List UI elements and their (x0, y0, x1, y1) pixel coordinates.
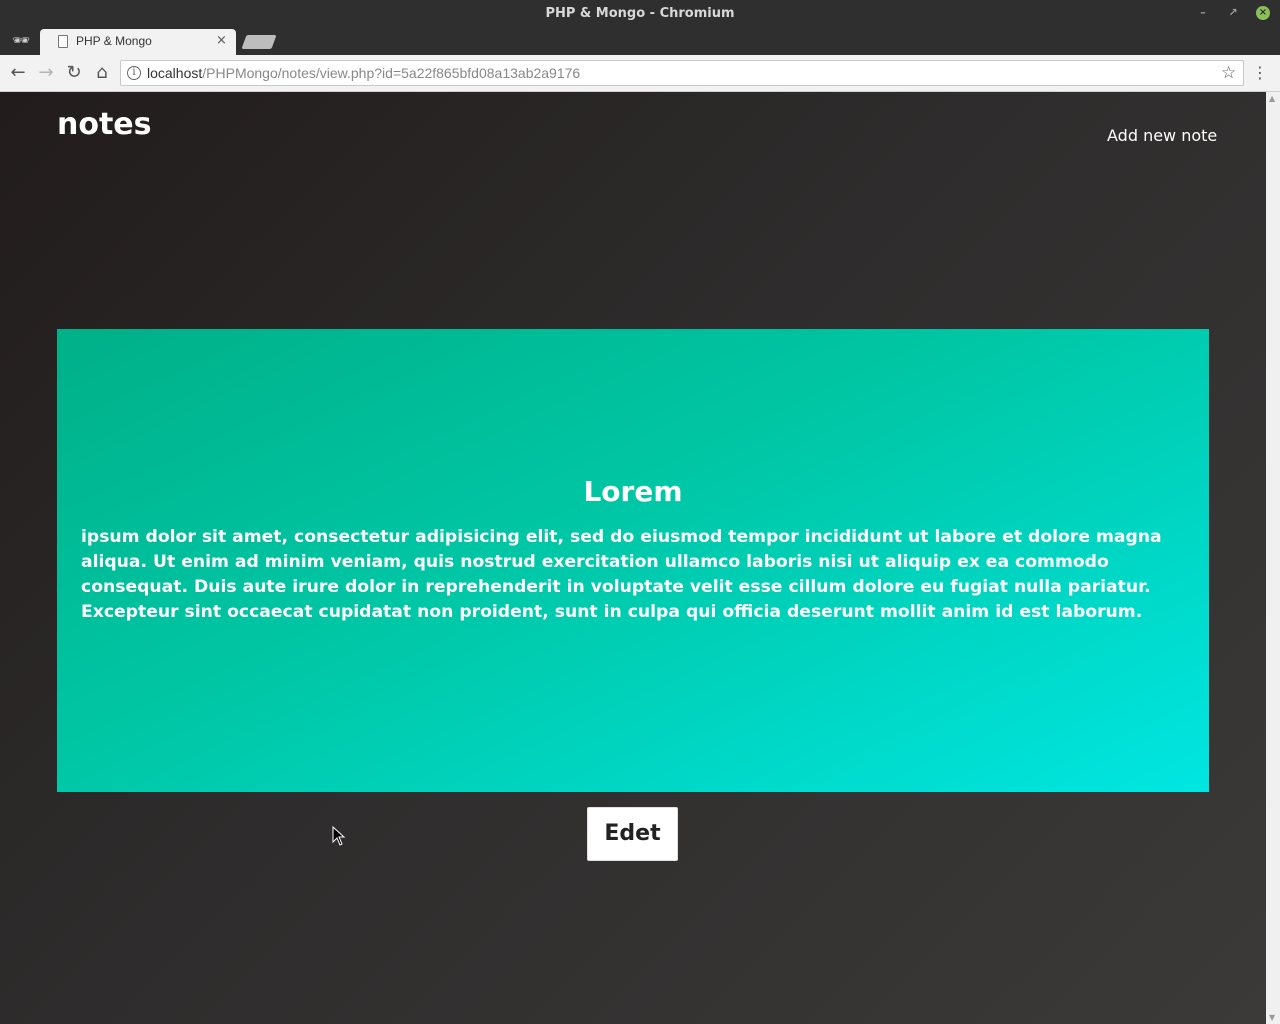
forward-arrow-icon[interactable]: → (35, 62, 57, 84)
kebab-menu-icon[interactable]: ⋮ (1252, 62, 1268, 84)
note-body: ipsum dolor sit amet, consectetur adipis… (81, 527, 1162, 622)
scroll-up-arrow-icon[interactable]: ▲ (1269, 94, 1275, 103)
browser-toolbar: ← → ↻ ⌂ i localhost/PHPMongo/notes/view.… (0, 55, 1280, 92)
mouse-cursor-icon (332, 826, 346, 846)
site-title[interactable]: notes (57, 107, 152, 142)
window-titlebar: PHP & Mongo - Chromium – ↗ × (0, 0, 1280, 27)
edit-button[interactable]: Edet (587, 807, 678, 861)
address-bar[interactable]: i localhost/PHPMongo/notes/view.php?id=5… (120, 60, 1244, 86)
window-title: PHP & Mongo - Chromium (545, 6, 735, 21)
back-arrow-icon[interactable]: ← (7, 62, 29, 84)
vertical-scrollbar[interactable]: ▲ ▼ (1266, 92, 1280, 1024)
tab-title: PHP & Mongo (76, 34, 152, 48)
scroll-down-arrow-icon[interactable]: ▼ (1269, 1013, 1275, 1022)
note-card: Lorem ipsum dolor sit amet, consectetur … (57, 329, 1209, 792)
incognito-icon: 🕶 (12, 33, 30, 49)
new-tab-button[interactable] (241, 35, 277, 49)
bookmark-star-icon[interactable]: ☆ (1221, 63, 1236, 83)
url-path: /PHPMongo/notes/view.php?id=5a22f865bfd0… (202, 65, 581, 81)
maximize-icon[interactable]: ↗ (1226, 6, 1240, 20)
url-host: localhost (147, 65, 203, 81)
home-icon[interactable]: ⌂ (91, 62, 113, 84)
document-icon (58, 35, 68, 48)
add-new-note-link[interactable]: Add new note (1107, 126, 1217, 145)
close-window-icon[interactable]: × (1256, 6, 1270, 20)
tab-php-mongo[interactable]: PHP & Mongo × (40, 29, 236, 55)
info-icon[interactable]: i (127, 66, 141, 80)
note-title: Lorem (583, 475, 683, 508)
page-viewport: notes Add new note Lorem ipsum dolor sit… (0, 92, 1266, 1024)
tab-strip: 🕶 PHP & Mongo × (0, 27, 1280, 55)
url-text[interactable]: localhost/PHPMongo/notes/view.php?id=5a2… (147, 65, 580, 81)
close-tab-icon[interactable]: × (216, 33, 227, 49)
minimize-icon[interactable]: – (1196, 6, 1210, 20)
reload-icon[interactable]: ↻ (63, 62, 85, 84)
